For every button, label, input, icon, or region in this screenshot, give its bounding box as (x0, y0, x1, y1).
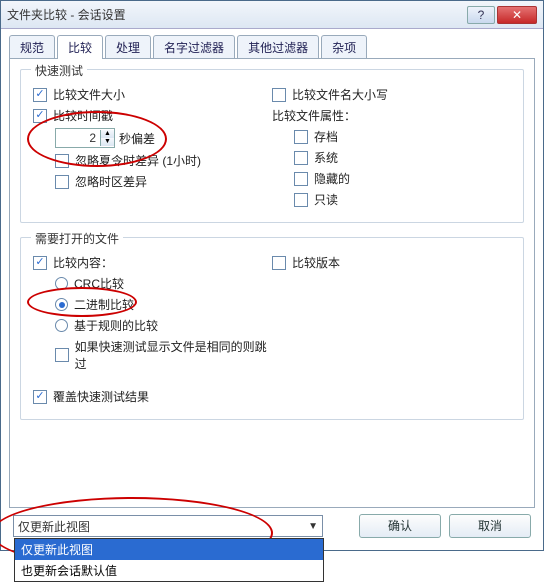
tab-spec[interactable]: 规范 (9, 35, 55, 59)
checkbox-compare-content[interactable] (33, 256, 47, 270)
cancel-button[interactable]: 取消 (449, 514, 531, 538)
radio-rule[interactable] (55, 319, 68, 332)
checkbox-ignore-tz[interactable] (55, 175, 69, 189)
checkbox-compare-version[interactable] (272, 256, 286, 270)
update-scope-dropdown[interactable]: 仅更新此视图 ▼ 仅更新此视图 也更新会话默认值 (13, 515, 323, 537)
spinner-up[interactable]: ▲ (101, 130, 114, 138)
label-system: 系统 (314, 149, 338, 166)
label-compare-content: 比较内容： (53, 254, 113, 271)
checkbox-override[interactable] (33, 390, 47, 404)
checkbox-archive[interactable] (294, 130, 308, 144)
label-ignore-tz: 忽略时区差异 (75, 173, 147, 190)
tab-strip: 规范 比较 处理 名字过滤器 其他过滤器 杂项 (9, 35, 535, 59)
checkbox-compare-case[interactable] (272, 88, 286, 102)
open-right-col: 比较版本 (272, 250, 511, 409)
label-ignore-dst: 忽略夏令时差异 (1小时) (75, 152, 201, 169)
dropdown-popup: 仅更新此视图 也更新会话默认值 (14, 538, 324, 582)
titlebar: 文件夹比较 - 会话设置 ? ✕ (1, 1, 543, 29)
close-icon: ✕ (512, 8, 522, 22)
checkbox-readonly[interactable] (294, 193, 308, 207)
group-quick-test: 快速测试 比较文件大小 比较时间戳 2 ▲ ▼ (20, 69, 524, 223)
label-crc: CRC比较 (74, 275, 124, 292)
spinner-down[interactable]: ▼ (101, 138, 114, 146)
label-rule: 基于规则的比较 (74, 317, 158, 334)
chevron-down-icon: ▼ (308, 521, 318, 532)
label-compare-timestamp: 比较时间戳 (53, 107, 113, 124)
dropdown-option-0[interactable]: 仅更新此视图 (15, 539, 323, 560)
group-title-open: 需要打开的文件 (31, 230, 123, 247)
help-button[interactable]: ? (467, 6, 495, 24)
group-open-files: 需要打开的文件 比较内容： CRC比较 二进制比较 基于规则的比较 如果快速测试… (20, 237, 524, 420)
spinner-value: 2 (56, 131, 100, 145)
help-icon: ? (478, 8, 485, 22)
tab-other-filter[interactable]: 其他过滤器 (237, 35, 319, 59)
bottom-bar: 仅更新此视图 ▼ 仅更新此视图 也更新会话默认值 确认 取消 (9, 514, 535, 542)
dropdown-selected: 仅更新此视图 (18, 518, 90, 535)
dropdown-option-1[interactable]: 也更新会话默认值 (15, 560, 323, 581)
label-override: 覆盖快速测试结果 (53, 388, 149, 405)
quick-right-col: 比较文件名大小写 比较文件属性： 存档 系统 隐藏的 只读 (272, 82, 511, 212)
window-title: 文件夹比较 - 会话设置 (7, 6, 465, 23)
checkbox-system[interactable] (294, 151, 308, 165)
ok-button[interactable]: 确认 (359, 514, 441, 538)
tab-name-filter[interactable]: 名字过滤器 (153, 35, 235, 59)
checkbox-compare-size[interactable] (33, 88, 47, 102)
tab-compare[interactable]: 比较 (57, 35, 103, 59)
tab-panel: 快速测试 比较文件大小 比较时间戳 2 ▲ ▼ (9, 58, 535, 508)
radio-binary[interactable] (55, 298, 68, 311)
close-button[interactable]: ✕ (497, 6, 537, 24)
label-compare-case: 比较文件名大小写 (292, 86, 388, 103)
checkbox-skip-same[interactable] (55, 348, 69, 362)
label-compare-size: 比较文件大小 (53, 86, 125, 103)
group-title-quick: 快速测试 (31, 62, 87, 79)
dialog-window: 文件夹比较 - 会话设置 ? ✕ 规范 比较 处理 名字过滤器 其他过滤器 杂项… (0, 0, 544, 551)
label-readonly: 只读 (314, 191, 338, 208)
open-left-col: 比较内容： CRC比较 二进制比较 基于规则的比较 如果快速测试显示文件是相同的… (33, 250, 272, 409)
radio-crc[interactable] (55, 277, 68, 290)
label-seconds-offset: 秒偏差 (119, 130, 155, 147)
tab-process[interactable]: 处理 (105, 35, 151, 59)
tab-misc[interactable]: 杂项 (321, 35, 367, 59)
label-compare-attrs: 比较文件属性： (272, 107, 356, 124)
checkbox-hidden[interactable] (294, 172, 308, 186)
label-binary: 二进制比较 (74, 296, 134, 313)
label-skip-same: 如果快速测试显示文件是相同的则跳过 (75, 338, 272, 372)
content-area: 规范 比较 处理 名字过滤器 其他过滤器 杂项 快速测试 比较文件大小 比较时间… (1, 29, 543, 550)
quick-left-col: 比较文件大小 比较时间戳 2 ▲ ▼ 秒偏差 (33, 82, 272, 212)
seconds-spinner[interactable]: 2 ▲ ▼ (55, 128, 115, 148)
checkbox-ignore-dst[interactable] (55, 154, 69, 168)
label-hidden: 隐藏的 (314, 170, 350, 187)
label-archive: 存档 (314, 128, 338, 145)
checkbox-compare-timestamp[interactable] (33, 109, 47, 123)
label-compare-version: 比较版本 (292, 254, 340, 271)
